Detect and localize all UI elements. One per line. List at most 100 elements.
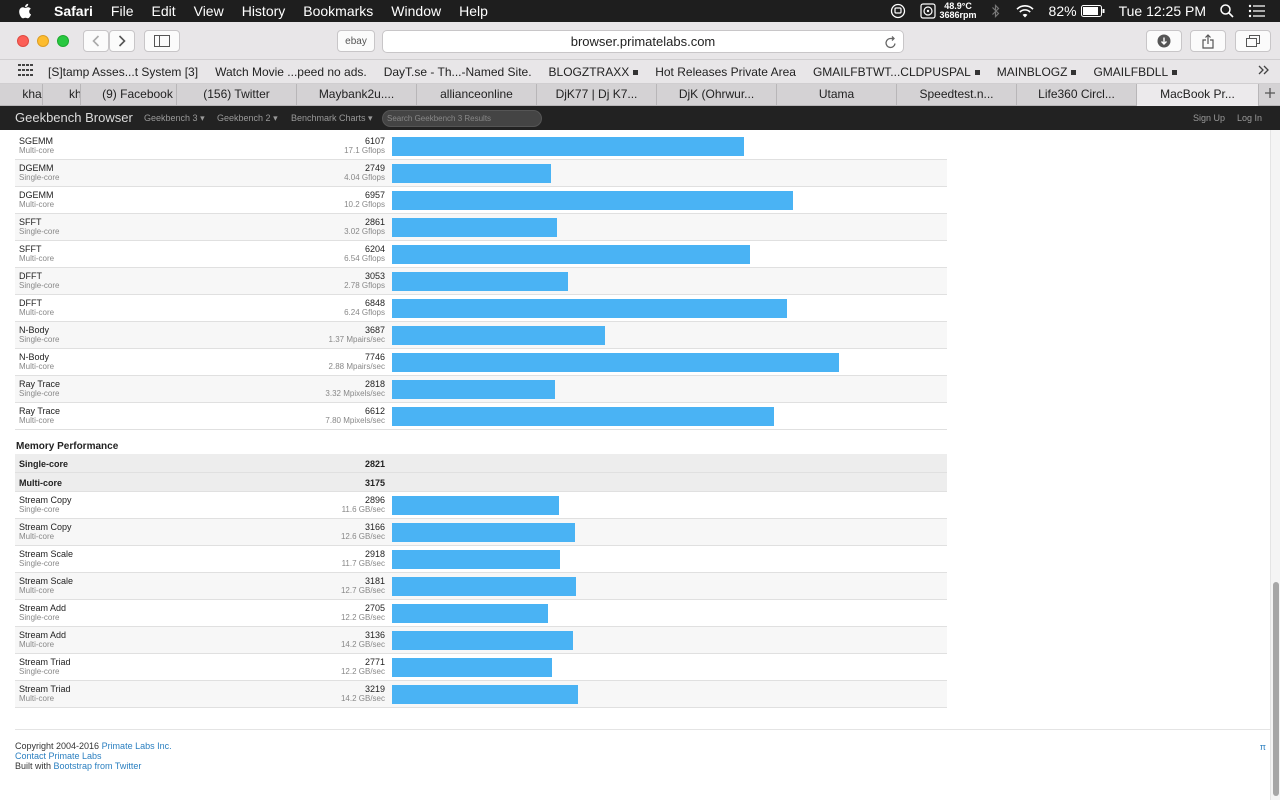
- browser-tab[interactable]: DjK (Ohrwur...: [656, 84, 776, 106]
- result-row: N-Body Multi-core 7746 2.88 Mpairs/sec: [15, 349, 947, 376]
- bookmark-label: GMAILFBTWT...CLDPUSPAL: [812, 64, 971, 79]
- log-in-link[interactable]: Log In: [1237, 113, 1262, 123]
- bookmark-item[interactable]: DayT.se - Th...-Named Site.: [384, 65, 532, 79]
- bookmark-folder[interactable]: MAINBLOGZ: [997, 65, 1077, 79]
- workload-rate: 12.6 GB/sec: [340, 532, 385, 541]
- browser-tab[interactable]: Utama: [776, 84, 896, 106]
- menu-help[interactable]: Help: [459, 3, 488, 19]
- workload-mode: Single-core: [19, 227, 60, 236]
- sign-up-link[interactable]: Sign Up: [1193, 113, 1225, 123]
- workload-name: N-Body: [19, 352, 50, 362]
- bookmark-folder[interactable]: GMAILFBDLL: [1093, 65, 1178, 79]
- score-bar: [392, 245, 750, 264]
- result-row: Stream Add Single-core 2705 12.2 GB/sec: [15, 600, 947, 627]
- workload-score: 7746: [364, 352, 385, 362]
- apple-icon[interactable]: [18, 3, 38, 19]
- bluetooth-icon[interactable]: [991, 3, 1001, 19]
- primate-labs-link[interactable]: Primate Labs Inc.: [102, 741, 172, 751]
- workload-name: Ray Trace: [19, 406, 61, 416]
- workload-name: Ray Trace: [19, 379, 61, 389]
- workload-score: 2705: [364, 603, 385, 613]
- built-with-text: Built with: [15, 761, 54, 771]
- spotlight-search-icon[interactable]: [1220, 4, 1234, 18]
- browser-tab[interactable]: Speedtest.n...: [896, 84, 1016, 106]
- site-navbar: Geekbench Browser Geekbench 3 ▾ Geekbenc…: [0, 106, 1280, 130]
- fan-icon[interactable]: [919, 3, 936, 19]
- menu-app-name[interactable]: Safari: [54, 3, 93, 19]
- top-sites-grid-icon[interactable]: [18, 64, 34, 79]
- clock[interactable]: Tue 12:25 PM: [1119, 3, 1206, 19]
- menu-edit[interactable]: Edit: [151, 3, 175, 19]
- bookmark-folder[interactable]: BLOGZTRAXX: [549, 65, 639, 79]
- workload-mode: Multi-core: [19, 416, 55, 425]
- bookmark-item[interactable]: Watch Movie ...peed no ads.: [215, 65, 367, 79]
- menu-bar: Safari File Edit View History Bookmarks …: [0, 0, 1280, 22]
- browser-tab[interactable]: allianceonline: [416, 84, 536, 106]
- minimize-window-button[interactable]: [37, 35, 49, 47]
- close-window-button[interactable]: [17, 35, 29, 47]
- notification-center-icon[interactable]: [1248, 4, 1266, 18]
- sidebar-toggle-button[interactable]: [144, 30, 180, 52]
- tab-label: Utama: [818, 87, 855, 101]
- site-brand[interactable]: Geekbench Browser: [15, 110, 133, 125]
- score-bar: [392, 218, 557, 237]
- search-input[interactable]: Search Geekbench 3 Results: [382, 110, 542, 127]
- page-scrollbar[interactable]: [1270, 130, 1280, 800]
- ebay-favorite-button[interactable]: ebay: [337, 30, 375, 52]
- score-bar: [392, 577, 576, 596]
- address-bar[interactable]: browser.primatelabs.com: [382, 30, 904, 53]
- result-row: SFFT Multi-core 6204 6.54 Gflops: [15, 241, 947, 268]
- menu-bookmarks[interactable]: Bookmarks: [303, 3, 373, 19]
- chevron-left-icon: [92, 35, 100, 47]
- show-all-tabs-button[interactable]: [1235, 30, 1271, 52]
- browser-tab[interactable]: (9) Facebook: [80, 84, 176, 106]
- share-button[interactable]: [1190, 30, 1226, 52]
- browser-tab[interactable]: (156) Twitter: [176, 84, 296, 106]
- workload-rate: 3.32 Mpixels/sec: [325, 389, 385, 398]
- nav-geekbench-3-dropdown[interactable]: Geekbench 3 ▾: [144, 113, 205, 124]
- bookmark-folder[interactable]: GMAILFBTWT...CLDPUSPAL: [813, 65, 980, 79]
- workload-score: 2896: [364, 495, 385, 505]
- battery-percent[interactable]: 82%: [1049, 3, 1077, 19]
- bookmark-label: Hot Releases Private Area: [655, 64, 796, 79]
- bookmark-label: MAINBLOGZ: [996, 64, 1068, 79]
- zoom-window-button[interactable]: [57, 35, 69, 47]
- browser-tab[interactable]: kha: [0, 84, 42, 106]
- workload-score: 6204: [364, 244, 385, 254]
- score-bar: [392, 550, 560, 569]
- browser-tab[interactable]: kh: [42, 84, 80, 106]
- battery-icon[interactable]: [1080, 5, 1105, 17]
- menu-file[interactable]: File: [111, 3, 134, 19]
- forward-button[interactable]: [109, 30, 135, 52]
- pi-link[interactable]: π: [1260, 742, 1266, 752]
- workload-rate: 12.7 GB/sec: [340, 586, 385, 595]
- sync-status-icon[interactable]: [890, 3, 906, 19]
- menu-window[interactable]: Window: [391, 3, 441, 19]
- scrollbar-thumb[interactable]: [1273, 582, 1279, 796]
- bookmark-item[interactable]: [S]tamp Asses...t System [3]: [48, 65, 198, 79]
- bookmark-item[interactable]: Hot Releases Private Area: [655, 65, 796, 79]
- browser-tab[interactable]: DjK77 | Dj K7...: [536, 84, 656, 106]
- caret-down-icon: ▾: [273, 113, 278, 123]
- contact-link[interactable]: Contact Primate Labs: [15, 751, 102, 761]
- downloads-button[interactable]: [1146, 30, 1182, 52]
- new-tab-button[interactable]: [1258, 84, 1280, 106]
- bootstrap-link[interactable]: Bootstrap from Twitter: [54, 761, 142, 771]
- browser-tab-active[interactable]: MacBook Pr...: [1136, 84, 1258, 106]
- more-bookmarks-icon[interactable]: [1258, 64, 1270, 78]
- menu-history[interactable]: History: [242, 3, 286, 19]
- back-button[interactable]: [83, 30, 109, 52]
- workload-rate: 2.88 Mpairs/sec: [328, 362, 385, 371]
- temperature-readout[interactable]: 48.9°C 3686rpm: [940, 2, 977, 20]
- nav-geekbench-2-dropdown[interactable]: Geekbench 2 ▾: [217, 113, 278, 124]
- reload-icon[interactable]: [885, 35, 897, 52]
- wifi-icon[interactable]: [1015, 3, 1035, 19]
- workload-rate: 4.04 Gflops: [344, 173, 385, 182]
- browser-tab[interactable]: Life360 Circl...: [1016, 84, 1136, 106]
- workload-name: SFFT: [19, 217, 42, 227]
- nav-benchmark-charts-dropdown[interactable]: Benchmark Charts ▾: [291, 113, 373, 124]
- score-bar: [392, 523, 575, 542]
- workload-name: Stream Add: [19, 630, 67, 640]
- menu-view[interactable]: View: [194, 3, 224, 19]
- browser-tab[interactable]: Maybank2u....: [296, 84, 416, 106]
